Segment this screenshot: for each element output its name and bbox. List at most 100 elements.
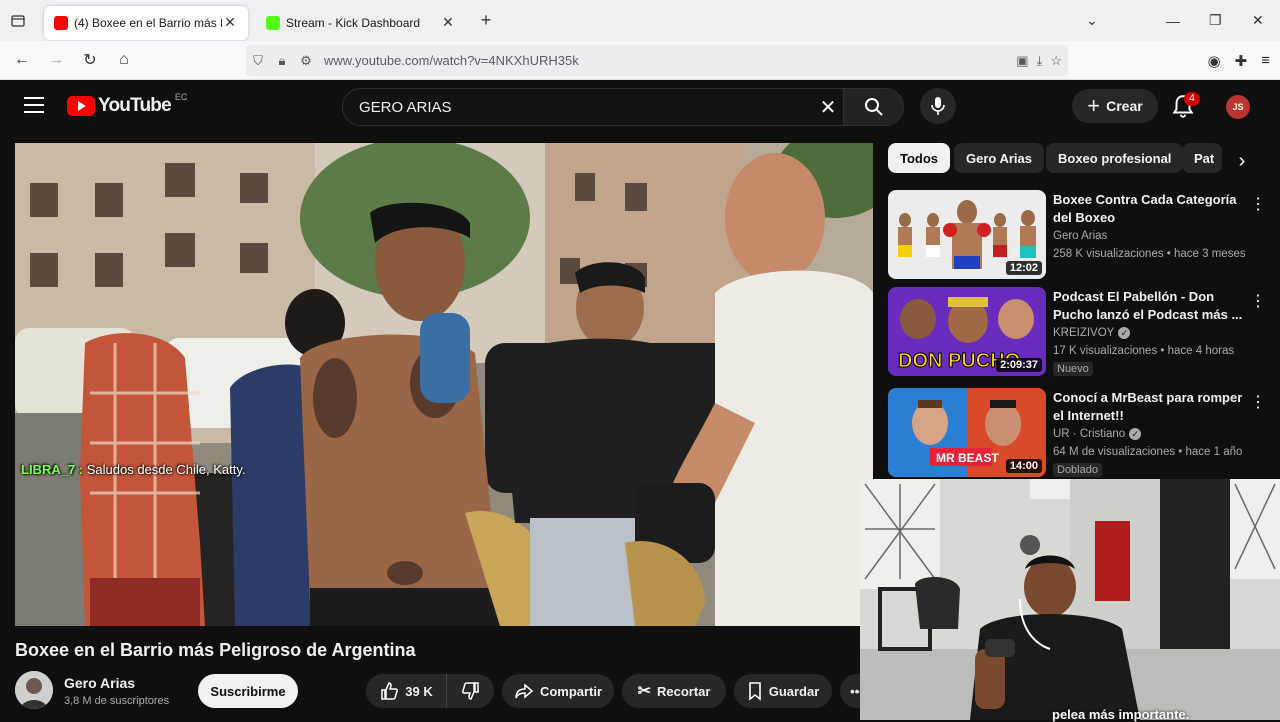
video-duration: 2:09:37	[996, 358, 1042, 372]
webcam-frame	[860, 479, 1280, 720]
browser-tab-youtube[interactable]: (4) Boxee en el Barrio más Peligroso de …	[44, 5, 248, 40]
recommendation-channel[interactable]: Gero Arias	[1053, 230, 1107, 242]
save-button[interactable]: Guardar	[734, 674, 832, 708]
recommendation-title[interactable]: Boxee Contra Cada Categoría del Boxeo	[1053, 191, 1243, 227]
close-tab-icon[interactable]: ✕	[222, 14, 238, 31]
bookmark-icon	[748, 682, 761, 701]
like-button[interactable]: 39 K	[366, 674, 446, 708]
save-to-pocket-icon[interactable]: ⤓	[1037, 53, 1043, 69]
verified-check-icon: ✓	[1118, 327, 1131, 339]
recommendation-meta: 17 K visualizaciones • hace 4 horas	[1053, 345, 1235, 357]
url-text[interactable]: www.youtube.com/watch?v=4NKXhURH35k	[324, 53, 579, 68]
subscribe-button[interactable]: Suscribirme	[198, 674, 298, 708]
recommendation-card[interactable]: DON PUCHO 2:09:37 Podcast El Pabellón - …	[888, 287, 1268, 377]
recommendation-meta: 258 K visualizaciones • hace 3 meses	[1053, 248, 1246, 260]
video-thumbnail[interactable]: 12:02	[888, 190, 1046, 279]
video-thumbnail[interactable]: MR BEAST 14:00	[888, 388, 1046, 477]
country-code: EC	[174, 92, 188, 102]
tab-title: Stream - Kick Dashboard	[286, 15, 421, 30]
notification-count-badge: 4	[1184, 92, 1200, 106]
new-tab-button[interactable]: +	[470, 10, 502, 31]
thumbnail-text: MR BEAST	[936, 451, 999, 465]
more-vertical-icon[interactable]: ⋮	[1250, 194, 1266, 214]
like-count: 39 K	[405, 683, 433, 699]
dislike-button[interactable]	[446, 674, 494, 708]
scissors-icon: ✂	[637, 683, 651, 700]
chip-pat[interactable]: Pat	[1182, 143, 1222, 173]
channel-avatar[interactable]	[15, 671, 53, 709]
browser-tab-kick[interactable]: Stream - Kick Dashboard ✕	[256, 6, 466, 40]
bookmark-star-icon[interactable]: ☆	[1050, 53, 1062, 69]
youtube-logo[interactable]: YouTube EC	[67, 92, 188, 117]
search-button[interactable]	[843, 89, 903, 125]
clip-button[interactable]: ✂ Recortar	[622, 674, 726, 708]
chevron-right-icon[interactable]: ›	[1228, 150, 1256, 178]
close-tab-icon[interactable]: ✕	[440, 14, 456, 31]
recommendation-channel[interactable]: KREIZIVOY ✓	[1053, 327, 1131, 339]
permissions-icon[interactable]: ⚙	[294, 53, 318, 69]
recommendation-title[interactable]: Podcast El Pabellón - Don Pucho lanzó el…	[1053, 288, 1243, 324]
verified-check-icon: ✓	[1129, 428, 1142, 440]
account-avatar[interactable]: JS	[1226, 95, 1250, 119]
chip-gero-arias[interactable]: Gero Arias	[954, 143, 1044, 173]
recommendation-channel[interactable]: UR · Cristiano ✓	[1053, 428, 1142, 440]
account-icon[interactable]: ◉	[1208, 52, 1221, 70]
clear-search-icon[interactable]: ✕	[813, 95, 843, 120]
create-button[interactable]: + Crear	[1072, 89, 1158, 123]
search-input[interactable]: GERO ARIAS	[359, 99, 813, 116]
youtube-favicon-icon	[54, 15, 68, 30]
back-button[interactable]: ←	[5, 51, 39, 69]
shield-icon[interactable]: ⛉	[246, 53, 270, 69]
microphone-icon	[931, 97, 945, 115]
share-arrow-icon	[515, 683, 534, 699]
tab-title: (4) Boxee en el Barrio más Peligroso de …	[74, 15, 222, 30]
subscriber-count: 3,8 M de suscriptores	[64, 695, 170, 707]
search-box[interactable]: GERO ARIAS ✕	[342, 88, 904, 126]
voice-search-button[interactable]	[920, 88, 956, 124]
more-vertical-icon[interactable]: ⋮	[1250, 392, 1266, 412]
minimize-button[interactable]: —	[1166, 0, 1180, 41]
menu-icon[interactable]: ≡	[1261, 52, 1270, 69]
video-player[interactable]: LIBRA_7 : Saludos desde Chile, Katty.	[15, 143, 873, 626]
save-label: Guardar	[768, 683, 820, 699]
extensions-icon[interactable]: ✚	[1235, 52, 1248, 70]
video-thumbnail[interactable]: DON PUCHO 2:09:37	[888, 287, 1046, 376]
forward-button[interactable]: →	[39, 51, 73, 69]
share-button[interactable]: Compartir	[502, 674, 614, 708]
recommendation-card[interactable]: 12:02 Boxee Contra Cada Categoría del Bo…	[888, 190, 1268, 280]
recommendation-title[interactable]: Conocí a MrBeast para romper el Internet…	[1053, 389, 1243, 425]
picture-in-picture-icon[interactable]: ▣	[1016, 53, 1028, 69]
recommendation-card[interactable]: MR BEAST 14:00 Conocí a MrBeast para rom…	[888, 388, 1268, 478]
more-vertical-icon[interactable]: ⋮	[1250, 291, 1266, 311]
stream-chat-overlay: LIBRA_7 : Saludos desde Chile, Katty.	[21, 462, 246, 477]
chat-username: LIBRA_7 :	[21, 462, 84, 477]
youtube-header: YouTube EC GERO ARIAS ✕ + Crear JS	[0, 80, 1280, 136]
tab-list-icon[interactable]	[0, 0, 36, 41]
restore-button[interactable]: ❐	[1209, 0, 1222, 41]
thumbs-down-icon	[461, 682, 479, 700]
lock-icon[interactable]: 🔒︎	[270, 53, 294, 69]
tab-overflow-chevron-icon[interactable]: ⌄	[1086, 0, 1098, 41]
clip-label: Recortar	[656, 683, 711, 699]
chip-boxeo-profesional[interactable]: Boxeo profesional	[1046, 143, 1184, 173]
close-window-button[interactable]: ✕	[1252, 0, 1264, 41]
share-label: Compartir	[539, 683, 603, 699]
video-duration: 14:00	[1005, 459, 1042, 473]
guide-menu-icon[interactable]	[24, 97, 44, 113]
thumbs-up-icon	[381, 682, 399, 700]
reload-button[interactable]: ↻	[73, 50, 107, 70]
chat-message: Saludos desde Chile, Katty.	[86, 462, 246, 477]
recommendation-meta: 64 M de visualizaciones • hace 1 año	[1053, 446, 1243, 458]
create-label: Crear	[1106, 98, 1143, 114]
chip-all[interactable]: Todos	[888, 143, 951, 173]
channel-name[interactable]: Gero Arias	[64, 675, 135, 691]
video-frame	[15, 143, 873, 626]
logo-text: YouTube	[98, 95, 172, 116]
channel-name: KREIZIVOY	[1053, 327, 1115, 339]
new-badge: Nuevo	[1053, 362, 1093, 376]
streamer-webcam-overlay	[860, 479, 1280, 720]
home-button[interactable]: ⌂	[107, 51, 141, 69]
dubbed-badge: Doblado	[1053, 463, 1102, 477]
address-bar[interactable]: ⛉ 🔒︎ ⚙ www.youtube.com/watch?v=4NKXhURH3…	[246, 45, 1068, 76]
channel-name: Gero Arias	[1053, 230, 1108, 242]
